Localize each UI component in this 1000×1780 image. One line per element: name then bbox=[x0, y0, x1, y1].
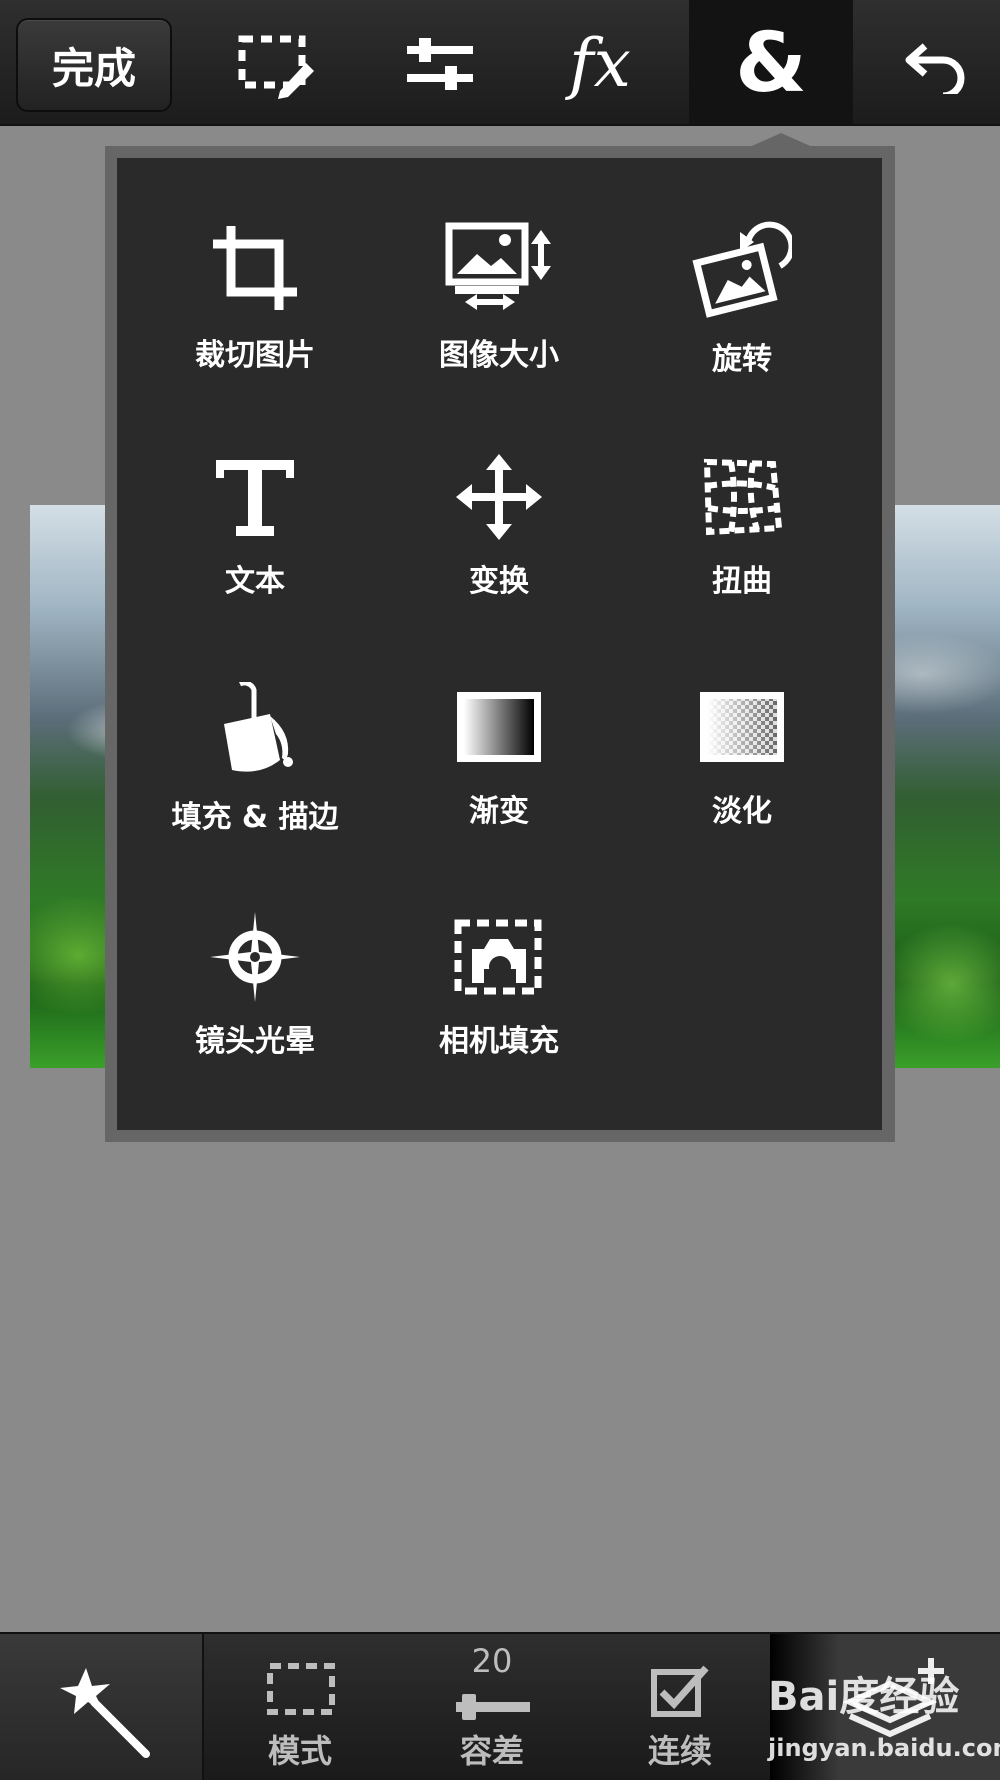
menu-item-crop[interactable]: 裁切图片 bbox=[150, 158, 360, 373]
magic-wand-tool[interactable] bbox=[0, 1634, 204, 1780]
watermark-logo: Bai度经验 bbox=[768, 1674, 960, 1720]
selection-edit-icon[interactable] bbox=[236, 24, 316, 104]
contiguous-toggle[interactable]: 连续 bbox=[600, 1634, 760, 1780]
menu-item-camera-fill[interactable]: 相机填充 bbox=[394, 850, 604, 1060]
text-icon bbox=[200, 452, 310, 542]
undo-icon[interactable] bbox=[896, 24, 976, 104]
menu-item-rotate[interactable]: 旋转 bbox=[637, 158, 847, 377]
tolerance-value: 20 bbox=[471, 1642, 513, 1680]
rotate-icon bbox=[687, 220, 797, 320]
menu-item-lens-flare[interactable]: 镜头光晕 bbox=[150, 850, 360, 1060]
menu-item-warp[interactable]: 扭曲 bbox=[637, 390, 847, 600]
transform-icon bbox=[444, 452, 554, 542]
marquee-mode-icon bbox=[267, 1663, 335, 1715]
tolerance-label: 容差 bbox=[459, 1732, 524, 1770]
done-button[interactable]: 完成 bbox=[16, 18, 172, 112]
menu-item-image-size[interactable]: 图像大小 bbox=[394, 158, 604, 373]
fx-text: fx bbox=[569, 25, 631, 102]
adjustments-icon[interactable] bbox=[400, 24, 480, 104]
warp-icon bbox=[687, 452, 797, 542]
amp-text: & bbox=[735, 16, 807, 111]
lens-flare-icon bbox=[200, 912, 310, 1002]
contiguous-check-icon bbox=[651, 1665, 709, 1717]
menu-item-label: 文本 bbox=[225, 564, 285, 599]
menu-item-label: 变换 bbox=[469, 564, 529, 599]
bottom-toolbar: 模式 20 容差 连续 Bai度经验 jingyan.baidu.com bbox=[0, 1632, 1000, 1780]
mode-label: 模式 bbox=[267, 1732, 332, 1770]
menu-item-label: 淡化 bbox=[712, 794, 772, 829]
fill-stroke-icon bbox=[200, 682, 310, 778]
contiguous-label: 连续 bbox=[647, 1732, 712, 1770]
menu-item-fill-stroke[interactable]: 填充 & 描边 bbox=[150, 620, 360, 835]
menu-item-label: 扭曲 bbox=[712, 564, 772, 599]
tolerance-control[interactable]: 20 容差 bbox=[412, 1634, 572, 1780]
add-menu-popup: 裁切图片 图像大小 旋转 文本 变换 扭曲 填充 & 描边 渐变 淡化 镜头光晕… bbox=[117, 158, 882, 1130]
menu-item-label: 相机填充 bbox=[439, 1024, 559, 1059]
effects-fx-icon[interactable]: fx bbox=[560, 24, 640, 104]
camera-fill-icon bbox=[444, 912, 554, 1002]
gradient-icon bbox=[444, 682, 554, 772]
fade-icon bbox=[687, 682, 797, 772]
menu-item-label: 镜头光晕 bbox=[195, 1024, 315, 1059]
ampersand-icon[interactable]: & bbox=[731, 16, 811, 111]
menu-item-label: 裁切图片 bbox=[195, 338, 315, 373]
menu-item-label: 填充 & 描边 bbox=[171, 800, 339, 835]
menu-item-gradient[interactable]: 渐变 bbox=[394, 620, 604, 830]
top-toolbar: 完成 fx & bbox=[0, 0, 1000, 126]
crop-icon bbox=[200, 220, 310, 316]
image-size-icon bbox=[444, 220, 554, 316]
menu-item-label: 旋转 bbox=[712, 342, 772, 377]
watermark-url: jingyan.baidu.com bbox=[768, 1734, 1000, 1762]
menu-item-label: 图像大小 bbox=[439, 338, 559, 373]
menu-item-fade[interactable]: 淡化 bbox=[637, 620, 847, 830]
magic-wand-icon bbox=[60, 1668, 150, 1758]
menu-item-text[interactable]: 文本 bbox=[150, 390, 360, 600]
menu-item-transform[interactable]: 变换 bbox=[394, 390, 604, 600]
menu-item-label: 渐变 bbox=[469, 794, 529, 829]
mode-button[interactable]: 模式 bbox=[220, 1634, 380, 1780]
tolerance-slider-icon bbox=[456, 1694, 530, 1720]
